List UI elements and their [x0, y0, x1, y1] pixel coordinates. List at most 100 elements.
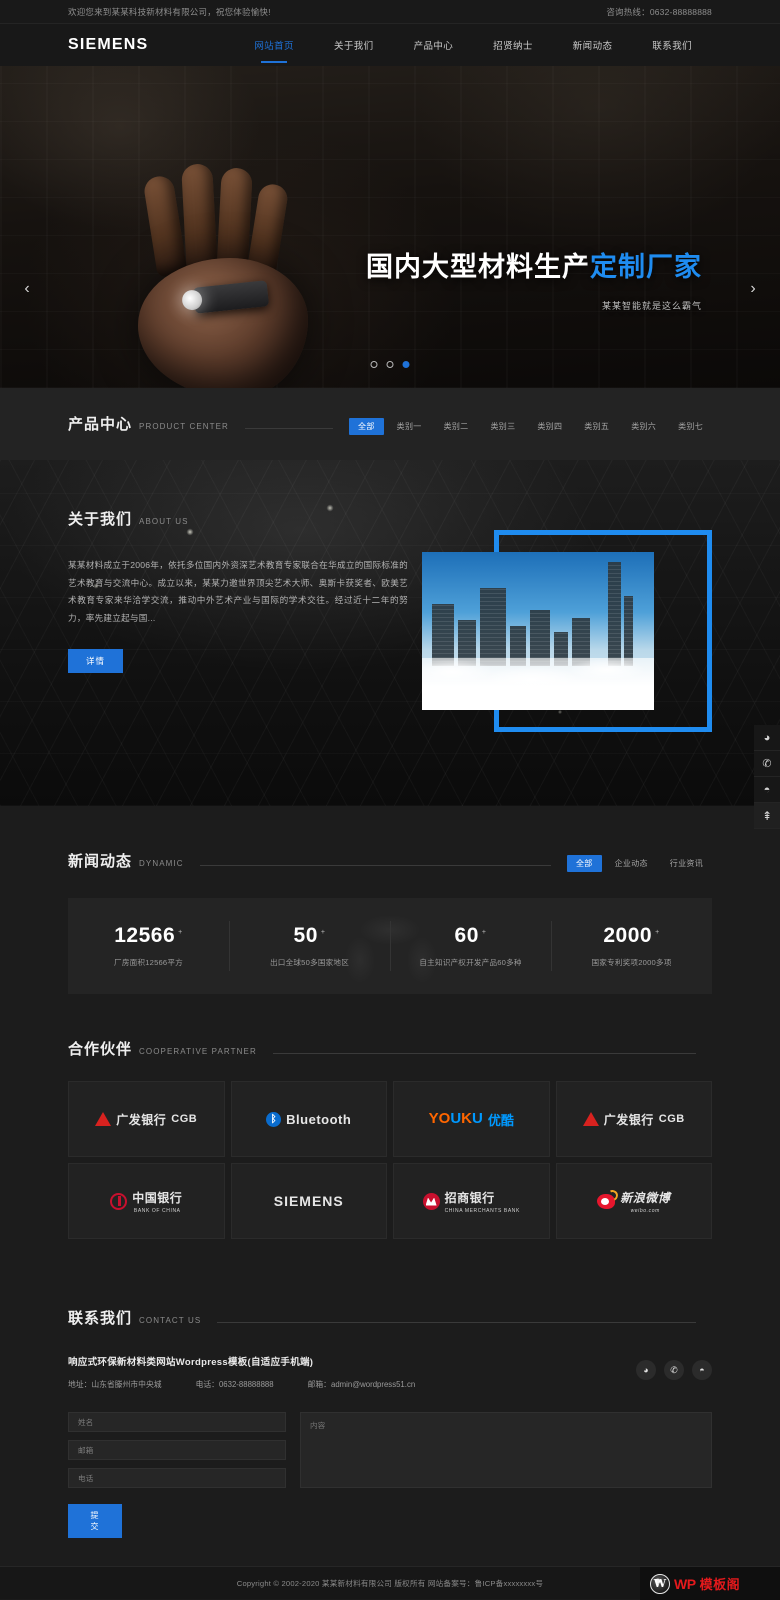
- name-input[interactable]: [68, 1412, 286, 1432]
- product-tab-6[interactable]: 类别六: [622, 418, 665, 435]
- partner-logo-siemens[interactable]: SIEMENS: [230, 1163, 387, 1239]
- phone-icon[interactable]: ✆: [664, 1360, 684, 1380]
- hero-title-accent: 定制厂家: [590, 252, 702, 282]
- partner-logo-bluetooth[interactable]: ᛒ Bluetooth: [230, 1081, 387, 1157]
- wechat-icon[interactable]: ◓: [692, 1360, 712, 1380]
- product-tab-5[interactable]: 类别五: [575, 418, 618, 435]
- qq-icon[interactable]: ◕: [636, 1360, 656, 1380]
- product-tab-2[interactable]: 类别二: [435, 418, 478, 435]
- partner-grid: 广发银行 CGB ᛒ Bluetooth YOUKU 优酷 广发银行 CGB 中…: [68, 1081, 712, 1239]
- product-tab-all[interactable]: 全部: [349, 418, 384, 435]
- email-input[interactable]: [68, 1440, 286, 1460]
- stat-suffix-1: +: [178, 929, 183, 936]
- copyright-text: Copyright © 2002-2020 某某新材料有限公司 版权所有 网站备…: [236, 1578, 544, 1588]
- phone-icon[interactable]: ✆: [754, 751, 780, 777]
- phone-input[interactable]: [68, 1468, 286, 1488]
- submit-button[interactable]: 提交: [68, 1504, 122, 1538]
- stat-label-2: 出口全球50多国家地区: [270, 958, 349, 967]
- nav-item-news[interactable]: 新闻动态: [553, 24, 633, 66]
- hero-dot-3[interactable]: [402, 361, 410, 368]
- product-tab-7[interactable]: 类别七: [669, 418, 712, 435]
- contact-section: 联系我们 CONTACT US 响应式环保新材料类网站Wordpress模板(自…: [0, 1269, 780, 1566]
- hero-dot-2[interactable]: [386, 361, 394, 368]
- product-tab-1[interactable]: 类别一: [388, 418, 431, 435]
- partner-en-8: weibo.com: [630, 1207, 660, 1214]
- top-bar: 欢迎您来到某某科技新材料有限公司，祝您体验愉快! 咨询热线：0632-88888…: [0, 0, 780, 24]
- nav-item-careers[interactable]: 招贤纳士: [473, 24, 553, 66]
- partners-divider: [272, 1053, 696, 1054]
- site-logo[interactable]: SIEMENS: [68, 36, 148, 54]
- news-tab-company[interactable]: 企业动态: [606, 855, 657, 872]
- news-title-en: DYNAMIC: [139, 859, 184, 868]
- stat-item-3: 60 + 自主知识产权开发产品60多种: [390, 924, 551, 968]
- partner-name-1: 广发银行: [116, 1112, 167, 1127]
- partner-logo-cmb[interactable]: 招商银行 CHINA MERCHANTS BANK: [393, 1163, 550, 1239]
- partner-logo-boc[interactable]: 中国银行 BANK OF CHINA: [68, 1163, 225, 1239]
- welcome-text: 欢迎您来到某某科技新材料有限公司，祝您体验愉快!: [68, 6, 271, 17]
- partner-en-5: BANK OF CHINA: [133, 1207, 181, 1214]
- contact-info: 响应式环保新材料类网站Wordpress模板(自适应手机端) 地址：山东省滕州市…: [68, 1354, 712, 1390]
- stat-suffix-2: +: [320, 929, 326, 936]
- hero-banner: 国内大型材料生产定制厂家 某某智能就是这么霸气 ‹ ›: [0, 66, 780, 388]
- about-photo: [422, 552, 654, 710]
- cmb-icon: [422, 1192, 440, 1210]
- partner-en-1: CGB: [171, 1113, 198, 1125]
- back-to-top-icon[interactable]: ⇞: [754, 803, 780, 829]
- contact-title-cn: 联系我们: [68, 1310, 133, 1327]
- site-header: SIEMENS 网站首页 关于我们 产品中心 招贤纳士 新闻动态 联系我们: [0, 24, 780, 66]
- content-textarea[interactable]: [300, 1412, 712, 1488]
- partner-en-4: CGB: [658, 1113, 685, 1125]
- partners-title-cn: 合作伙伴: [68, 1041, 133, 1058]
- wordpress-icon: W: [650, 1573, 670, 1594]
- hotline-text: 咨询热线：0632-88888888: [606, 6, 712, 17]
- about-section-header: 关于我们 ABOUT US: [68, 508, 712, 529]
- contact-address: 地址：山东省滕州市中央城: [68, 1380, 162, 1389]
- nav-item-contact[interactable]: 联系我们: [632, 24, 712, 66]
- stat-item-1: 12566 + 厂房面积12566平方: [68, 924, 229, 968]
- news-section: 新闻动态 DYNAMIC 全部 企业动态 行业资讯 12566 + 厂房面积125…: [0, 806, 780, 1002]
- nav-item-home[interactable]: 网站首页: [234, 24, 314, 66]
- news-tab-industry[interactable]: 行业资讯: [661, 855, 712, 872]
- product-tabs: 全部 类别一 类别二 类别三 类别四 类别五 类别六 类别七: [349, 418, 712, 435]
- hero-dot-1[interactable]: [370, 361, 378, 368]
- wechat-icon[interactable]: ◓: [754, 777, 780, 803]
- about-title-en: ABOUT US: [139, 517, 189, 526]
- cgb-triangle-icon: [95, 1112, 112, 1126]
- stat-value-3: 60: [454, 924, 479, 947]
- partner-name-5: 中国银行: [132, 1190, 183, 1205]
- cgb-triangle-icon: [582, 1112, 599, 1126]
- partners-section: 合作伙伴 COOPERATIVE PARTNER 广发银行 CGB ᛒ Blue…: [0, 1002, 780, 1269]
- product-title-en: PRODUCT CENTER: [139, 422, 229, 431]
- partner-logo-cgb-1[interactable]: 广发银行 CGB: [68, 1081, 225, 1157]
- hero-prev-arrow[interactable]: ‹: [16, 278, 38, 300]
- partner-en-7: CHINA MERCHANTS BANK: [444, 1207, 520, 1214]
- partners-section-header: 合作伙伴 COOPERATIVE PARTNER: [0, 1038, 780, 1059]
- product-center-section: 产品中心 PRODUCT CENTER 全部 类别一 类别二 类别三 类别四 类…: [0, 388, 780, 460]
- stat-value-4: 2000: [603, 924, 653, 947]
- stat-value-1: 12566: [114, 924, 176, 947]
- contact-email: 邮箱：admin@wordpress51.cn: [307, 1380, 416, 1389]
- partner-logo-weibo[interactable]: 新浪微博 weibo.com: [555, 1163, 712, 1239]
- wp-template-badge[interactable]: W WP 模板阁: [640, 1567, 780, 1600]
- partner-logo-cgb-2[interactable]: 广发银行 CGB: [555, 1081, 712, 1157]
- stat-value-2: 50: [293, 924, 318, 947]
- hero-next-arrow[interactable]: ›: [742, 278, 764, 300]
- product-tab-3[interactable]: 类别三: [481, 418, 524, 435]
- about-title-cn: 关于我们: [68, 511, 133, 528]
- partner-logo-youku[interactable]: YOUKU 优酷: [393, 1081, 550, 1157]
- hero-subtitle: 某某智能就是这么霸气: [601, 301, 702, 312]
- product-tab-4[interactable]: 类别四: [528, 418, 571, 435]
- stat-label-3: 自主知识产权开发产品60多种: [419, 958, 522, 967]
- main-nav: 网站首页 关于我们 产品中心 招贤纳士 新闻动态 联系我们: [234, 24, 712, 66]
- news-tab-all[interactable]: 全部: [566, 855, 602, 872]
- nav-item-products[interactable]: 产品中心: [394, 24, 474, 66]
- stats-panel: 12566 + 厂房面积12566平方 50 + 出口全球50多国家地区 60 + 自…: [68, 898, 712, 994]
- nav-item-about[interactable]: 关于我们: [314, 24, 394, 66]
- news-section-header: 新闻动态 DYNAMIC 全部 企业动态 行业资讯: [0, 850, 780, 872]
- contact-form: [68, 1412, 712, 1488]
- product-divider: [244, 428, 334, 429]
- about-more-button[interactable]: 详情: [68, 649, 124, 674]
- contact-divider: [217, 1322, 696, 1323]
- qq-icon[interactable]: ◕: [754, 725, 780, 751]
- bluetooth-icon: ᛒ: [266, 1111, 282, 1127]
